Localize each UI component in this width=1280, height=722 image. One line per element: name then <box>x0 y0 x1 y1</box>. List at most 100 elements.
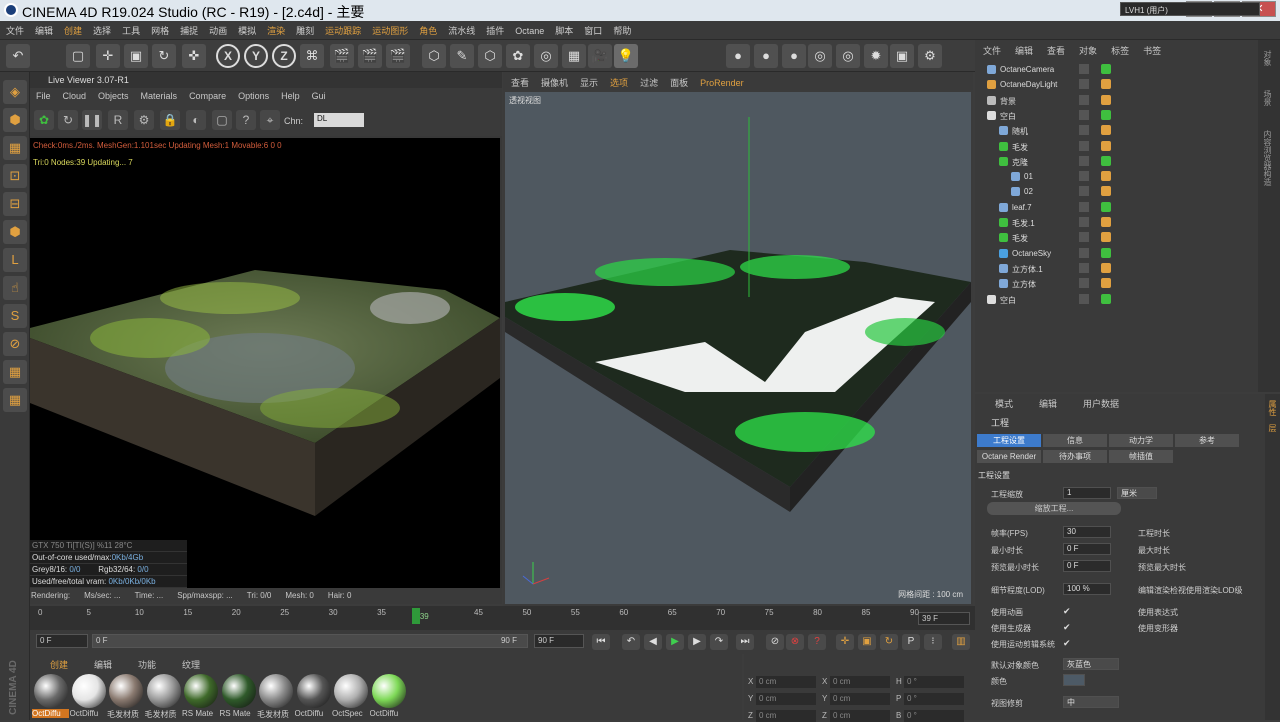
object-tag-icon[interactable] <box>1101 293 1111 304</box>
attribute-menu-item[interactable]: 模式 <box>975 397 1019 410</box>
viewport-menu-item[interactable]: ProRender <box>692 74 748 88</box>
menu-item[interactable]: 流水线 <box>442 21 480 37</box>
visibility-toggle[interactable] <box>1079 125 1089 136</box>
object-tag-icon[interactable] <box>1101 186 1111 197</box>
cube-icon[interactable]: ⬡ <box>422 44 446 68</box>
lv-menu-item[interactable]: Help <box>275 88 306 101</box>
viewport-menu-item[interactable]: 摄像机 <box>533 72 572 89</box>
y-lock-icon[interactable]: Y <box>244 44 268 68</box>
rotation-field[interactable]: 0 ° <box>904 710 964 722</box>
object-name[interactable]: leaf.7 <box>1012 203 1032 212</box>
material-swatch[interactable] <box>109 674 143 708</box>
menu-item[interactable]: 网格 <box>145 21 174 37</box>
perspective-view[interactable]: 透视视图 网格间距 : 100 cm <box>505 92 971 604</box>
object-row[interactable]: OctaneDayLight <box>975 77 1258 92</box>
lock-icon[interactable]: 🔒 <box>160 110 180 130</box>
help-icon[interactable]: ? <box>236 110 256 130</box>
preview-min-field[interactable]: 0 F <box>1063 560 1111 572</box>
object-menu-item[interactable]: 编辑 <box>1007 44 1039 57</box>
workplane-icon[interactable]: ▦ <box>3 360 27 384</box>
lv-menu-item[interactable]: Gui <box>306 88 332 101</box>
side-tab[interactable]: 场景 <box>1262 90 1273 106</box>
next-frame-icon[interactable]: ▶ <box>688 634 706 650</box>
check-box[interactable]: ✔ <box>1063 606 1071 617</box>
object-menu-item[interactable]: 查看 <box>1039 44 1071 57</box>
object-name[interactable]: 毛发 <box>1012 233 1028 244</box>
render-settings-icon[interactable]: 🎬 <box>386 44 410 68</box>
next-key-icon[interactable]: ↷ <box>710 634 728 650</box>
start-frame-field[interactable]: 0 F <box>36 634 88 648</box>
object-menu-item[interactable]: 标签 <box>1103 44 1135 57</box>
object-tag-icon[interactable] <box>1101 171 1111 182</box>
play-icon[interactable]: ▶ <box>666 634 684 650</box>
polygon-mode-icon[interactable]: ⬢ <box>3 220 27 244</box>
object-row[interactable]: leaf.7 <box>975 200 1258 215</box>
side-tab[interactable]: 层 <box>1267 424 1278 432</box>
scale-icon[interactable]: ▣ <box>124 44 148 68</box>
region-icon[interactable]: R <box>108 110 128 130</box>
object-row[interactable]: 毛发 <box>975 139 1258 154</box>
material-label[interactable]: 毛发材质 <box>107 709 144 720</box>
size-field[interactable]: 0 cm <box>830 676 890 688</box>
material-sphere-icon[interactable]: ◐ <box>186 110 206 130</box>
object-tag-icon[interactable] <box>1101 155 1111 166</box>
object-menu-item[interactable]: 书签 <box>1135 44 1167 57</box>
octane-sun-icon[interactable]: ✹ <box>864 44 888 68</box>
grid-icon[interactable]: ▦ <box>3 388 27 412</box>
snap-icon[interactable]: S <box>3 304 27 328</box>
timeline-menu-icon[interactable]: ▥ <box>952 634 970 650</box>
scale-project-button[interactable]: 缩放工程... <box>987 502 1121 515</box>
clay-mode-icon[interactable]: ▢ <box>212 110 232 130</box>
viewport-menu-item[interactable]: 面板 <box>662 72 692 89</box>
restart-icon[interactable]: ↻ <box>58 110 78 130</box>
object-name[interactable]: 随机 <box>1012 126 1028 137</box>
position-field[interactable]: 0 cm <box>756 710 816 722</box>
texture-mode-icon[interactable]: ▦ <box>3 136 27 160</box>
octane-material-icon[interactable]: ● <box>726 44 750 68</box>
object-tag-icon[interactable] <box>1101 201 1111 212</box>
make-editable-icon[interactable]: ◈ <box>3 80 27 104</box>
visibility-toggle[interactable] <box>1079 293 1089 304</box>
object-menu-item[interactable]: 对象 <box>1071 44 1103 57</box>
auto-key-icon[interactable]: ? <box>808 634 826 650</box>
visibility-toggle[interactable] <box>1079 155 1089 166</box>
scale-field[interactable]: 1 <box>1063 487 1111 499</box>
object-row[interactable]: 随机 <box>975 123 1258 138</box>
view-clip-select[interactable]: 中 <box>1063 696 1119 708</box>
timeline-playhead[interactable]: 39 <box>411 608 429 624</box>
object-name[interactable]: 空白 <box>1000 111 1016 122</box>
visibility-toggle[interactable] <box>1079 79 1089 90</box>
material-label[interactable]: OctDiffu <box>70 709 107 718</box>
coord-system-icon[interactable]: ⌘ <box>300 44 324 68</box>
position-field[interactable]: 0 cm <box>756 693 816 705</box>
keyframe-sel-icon[interactable]: ⊘ <box>766 634 784 650</box>
subdiv-icon[interactable]: ⬡ <box>478 44 502 68</box>
tweak-icon[interactable]: ☝ <box>3 276 27 300</box>
lv-menu-item[interactable]: Objects <box>92 88 135 101</box>
scale-unit-select[interactable]: 厘米 <box>1117 487 1157 499</box>
x-lock-icon[interactable]: X <box>216 44 240 68</box>
menu-item[interactable]: 窗口 <box>578 21 607 37</box>
object-tag-icon[interactable] <box>1101 262 1111 273</box>
visibility-toggle[interactable] <box>1079 262 1089 273</box>
viewport-menu-item[interactable]: 显示 <box>572 72 602 89</box>
key-param-icon[interactable]: P <box>902 634 920 650</box>
object-name[interactable]: OctaneDayLight <box>1000 80 1057 89</box>
object-name[interactable]: 立方体.1 <box>1012 264 1043 275</box>
attribute-menu-item[interactable]: 用户数据 <box>1063 397 1125 410</box>
menu-item[interactable]: 角色 <box>413 21 442 37</box>
material-swatch[interactable] <box>296 674 331 708</box>
menu-item[interactable]: 模拟 <box>232 21 261 37</box>
select-rect-icon[interactable]: ▢ <box>66 44 90 68</box>
key-scale-icon[interactable]: ▣ <box>858 634 876 650</box>
object-name[interactable]: 毛发.1 <box>1012 218 1035 229</box>
side-tab[interactable]: 属性 <box>1267 400 1278 416</box>
object-tag-icon[interactable] <box>1101 109 1111 120</box>
object-tag-icon[interactable] <box>1101 217 1111 227</box>
viewport-menu-item[interactable]: 选项 <box>602 72 632 89</box>
key-rotate-icon[interactable]: ↻ <box>880 634 898 650</box>
menu-item[interactable]: 帮助 <box>607 21 636 37</box>
object-name[interactable]: 克隆 <box>1012 157 1028 168</box>
object-tag-icon[interactable] <box>1101 247 1111 258</box>
menu-item[interactable]: 雕刻 <box>290 21 319 37</box>
